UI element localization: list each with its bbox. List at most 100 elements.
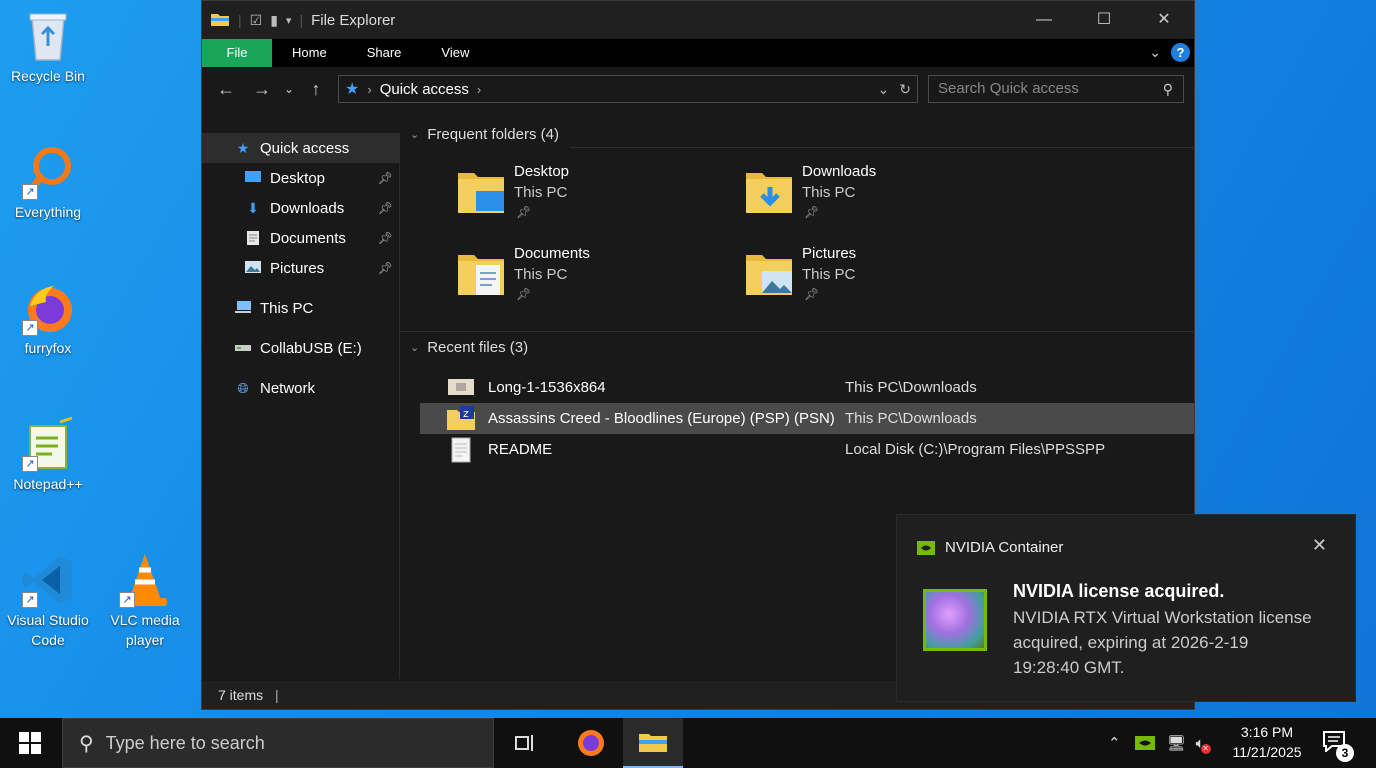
sidebar-item-downloads[interactable]: ⬇ Downloads 📌︎ <box>202 193 399 223</box>
folder-tile-desktop[interactable]: Desktop This PC 📌︎ <box>456 163 696 235</box>
desktop-icon-notepadpp[interactable]: ↗ Notepad++ <box>0 416 96 494</box>
recent-file-row[interactable]: Long-1-1536x864 This PC\Downloads <box>420 372 1194 403</box>
image-file-icon <box>446 375 476 401</box>
search-icon[interactable]: ⚲ <box>1163 76 1173 102</box>
desktop-icon-vlc[interactable]: ↗ VLC media player <box>97 552 193 650</box>
sidebar-item-quick-access[interactable]: ★ Quick access <box>202 133 399 163</box>
maximize-button[interactable]: ☐ <box>1074 1 1134 39</box>
start-button[interactable] <box>0 718 60 768</box>
back-arrow-icon[interactable]: ← <box>208 79 244 100</box>
notification-toast[interactable]: NVIDIA Container ✕ NVIDIA license acquir… <box>896 514 1356 702</box>
sidebar-item-documents[interactable]: Documents 📌︎ <box>202 223 399 253</box>
svg-text:z: z <box>463 407 469 420</box>
downloads-folder-icon <box>746 173 792 213</box>
desktop-icon-recycle-bin[interactable]: Recycle Bin <box>0 8 96 86</box>
sidebar-item-label: Desktop <box>270 169 326 187</box>
pin-icon[interactable]: 📌︎ <box>378 231 393 245</box>
up-arrow-icon[interactable]: ↑ <box>298 79 334 100</box>
pin-icon[interactable]: 📌︎ <box>378 171 393 185</box>
desktop-icon-label: Recycle Bin <box>11 68 85 84</box>
toolbar-divider: | <box>238 12 242 28</box>
desktop-icon-furryfox[interactable]: ↗ furryfox <box>0 280 96 358</box>
pin-icon: 📌︎ <box>804 287 820 301</box>
recent-file-row-selected[interactable]: z Assassins Creed - Bloodlines (Europe) … <box>420 403 1194 434</box>
usb-drive-icon <box>234 340 252 356</box>
pin-icon: 📌︎ <box>516 205 532 219</box>
folder-tile-pictures[interactable]: Pictures This PC 📌︎ <box>744 245 984 317</box>
address-controls: ⌄ ↻ <box>878 81 911 98</box>
breadcrumb-chevron-icon: › <box>367 81 372 97</box>
tab-share[interactable]: Share <box>347 39 422 67</box>
tab-view[interactable]: View <box>421 39 489 67</box>
group-title: Frequent folders (4) <box>427 125 559 143</box>
desktop-icon-vscode[interactable]: ↗ Visual Studio Code <box>0 552 96 650</box>
recent-files-header[interactable]: ⌄ Recent files (3) <box>400 334 528 360</box>
forward-arrow-icon[interactable]: → <box>244 79 280 100</box>
vscode-icon: ↗ <box>20 552 76 608</box>
folder-tile-downloads[interactable]: Downloads This PC 📌︎ <box>744 163 984 235</box>
task-view-icon <box>515 735 533 751</box>
shortcut-arrow-icon: ↗ <box>22 184 38 200</box>
folder-tile-documents[interactable]: Documents This PC 📌︎ <box>456 245 696 317</box>
text-file-icon <box>446 437 476 463</box>
customize-toolbar-icon[interactable]: ▾ <box>286 14 292 27</box>
refresh-icon[interactable]: ↻ <box>899 81 911 98</box>
new-folder-icon[interactable]: ▮ <box>270 12 278 29</box>
close-button[interactable]: ✕ <box>1134 1 1194 39</box>
ribbon-right-controls: ⌄ ? <box>1149 43 1190 62</box>
clock-date: 11/21/2025 <box>1232 744 1302 760</box>
sidebar-item-label: Network <box>260 379 316 397</box>
volume-muted-icon[interactable]: 🔈︎ ✕ <box>1196 735 1211 754</box>
expand-ribbon-icon[interactable]: ⌄ <box>1149 44 1161 61</box>
search-input[interactable]: Search Quick access ⚲ <box>928 75 1184 103</box>
network-icon[interactable]: 🖥︎ <box>1167 734 1186 752</box>
network-globe-icon: 🌐︎ <box>237 380 249 396</box>
taskbar-file-explorer[interactable] <box>623 718 683 768</box>
toast-close-icon[interactable]: ✕ <box>1312 535 1327 556</box>
pin-icon[interactable]: 📌︎ <box>378 201 393 215</box>
file-path: This PC\Downloads <box>845 410 977 427</box>
navigation-bar: ← → ⌄ ↑ ★ › Quick access › ⌄ ↻ Search Qu… <box>202 67 1194 111</box>
file-name: Long-1-1536x864 <box>488 379 606 396</box>
taskbar-firefox[interactable] <box>561 718 621 768</box>
sidebar-item-label: Pictures <box>270 259 325 277</box>
desktop-icon-everything[interactable]: ↗ Everything <box>0 144 96 222</box>
toast-app-name: NVIDIA Container <box>945 539 1064 556</box>
sidebar-item-pictures[interactable]: Pictures 📌︎ <box>202 253 399 283</box>
breadcrumb-chevron-icon[interactable]: › <box>477 82 481 97</box>
breadcrumb-quick-access[interactable]: Quick access <box>380 81 469 98</box>
title-bar: | ☑ ▮ ▾ | File Explorer — ☐ ✕ <box>202 1 1194 39</box>
taskbar-search-box[interactable]: ⚲ Type here to search <box>62 718 494 768</box>
address-bar[interactable]: ★ › Quick access › ⌄ ↻ <box>338 75 918 103</box>
folder-icon[interactable] <box>210 11 230 30</box>
pin-icon[interactable]: 📌︎ <box>378 261 393 275</box>
properties-icon[interactable]: ☑ <box>250 12 263 29</box>
sidebar-item-this-pc[interactable]: This PC <box>202 293 399 323</box>
tab-file[interactable]: File <box>202 39 272 67</box>
sidebar-item-usb-drive[interactable]: CollabUSB (E:) <box>202 333 399 363</box>
download-arrow-icon: ⬇ <box>247 200 259 216</box>
nvidia-tray-icon[interactable] <box>1134 735 1155 751</box>
file-path: Local Disk (C:)\Program Files\PPSSPP <box>845 441 1106 458</box>
minimize-button[interactable]: — <box>1014 1 1074 39</box>
star-icon: ★ <box>236 140 250 156</box>
everything-icon: ↗ <box>20 144 76 200</box>
sidebar-item-network[interactable]: 🌐︎ Network <box>202 373 399 403</box>
nvidia-chip-icon <box>923 589 987 651</box>
address-dropdown-icon[interactable]: ⌄ <box>878 81 890 98</box>
show-hidden-icons-chevron-icon[interactable]: ⌃ <box>1108 734 1121 752</box>
frequent-folders-header[interactable]: ⌄ Frequent folders (4) <box>400 121 559 147</box>
tab-home[interactable]: Home <box>272 39 347 67</box>
taskbar-clock[interactable]: 3:16 PM 11/21/2025 <box>1224 722 1310 762</box>
recent-locations-chevron-icon[interactable]: ⌄ <box>280 82 298 96</box>
toast-app-header: NVIDIA Container <box>917 539 1063 556</box>
window-title: File Explorer <box>311 11 396 29</box>
action-center-button[interactable]: 3 <box>1322 730 1354 762</box>
folder-name: Desktop <box>514 163 570 180</box>
sidebar-item-desktop[interactable]: Desktop 📌︎ <box>202 163 399 193</box>
task-view-button[interactable] <box>496 718 556 768</box>
firefox-icon <box>578 730 604 756</box>
help-icon[interactable]: ? <box>1171 43 1190 62</box>
recent-file-row[interactable]: README Local Disk (C:)\Program Files\PPS… <box>420 434 1194 465</box>
